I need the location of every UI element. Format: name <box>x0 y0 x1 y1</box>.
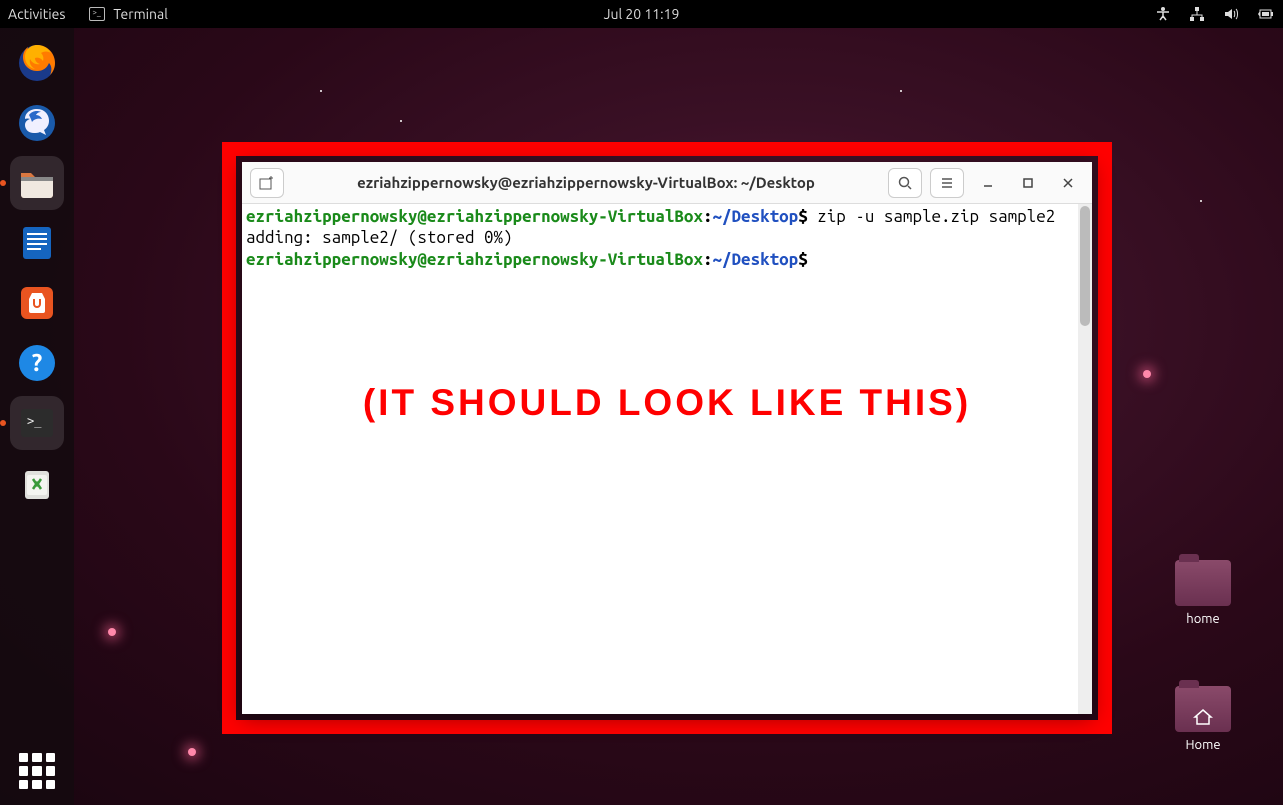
folder-label: Home <box>1163 738 1243 752</box>
menu-button[interactable] <box>930 168 964 198</box>
top-bar: Activities Terminal Jul 20 11:19 <box>0 0 1283 28</box>
network-icon[interactable] <box>1189 6 1205 22</box>
terminal-line: ezriahzippernowsky@ezriahzippernowsky-Vi… <box>246 249 1088 270</box>
terminal-line: ezriahzippernowsky@ezriahzippernowsky-Vi… <box>246 206 1088 227</box>
maximize-button[interactable] <box>1012 168 1044 198</box>
close-button[interactable] <box>1052 168 1084 198</box>
dock-firefox[interactable] <box>10 36 64 90</box>
folder-icon <box>1175 560 1231 606</box>
clock[interactable]: Jul 20 11:19 <box>604 6 680 22</box>
minimize-button[interactable] <box>972 168 1004 198</box>
terminal-window: ezriahzippernowsky@ezriahzippernowsky-Vi… <box>242 162 1092 714</box>
dock-help[interactable]: ? <box>10 336 64 390</box>
new-tab-button[interactable] <box>250 168 284 198</box>
search-button[interactable] <box>888 168 922 198</box>
desktop-folder-home-lower[interactable]: home <box>1163 560 1243 626</box>
dock-software[interactable] <box>10 276 64 330</box>
volume-icon[interactable] <box>1223 6 1239 22</box>
folder-icon <box>1175 686 1231 732</box>
annotation-red-frame: ezriahzippernowsky@ezriahzippernowsky-Vi… <box>222 142 1112 734</box>
dock-terminal[interactable]: >_ <box>10 396 64 450</box>
annotation-text: (IT SHOULD LOOK LIKE THIS) <box>242 380 1092 426</box>
terminal-titlebar[interactable]: ezriahzippernowsky@ezriahzippernowsky-Vi… <box>242 162 1092 204</box>
dock-files[interactable] <box>10 156 64 210</box>
apps-grid-button[interactable] <box>19 753 55 789</box>
active-app-indicator[interactable]: Terminal <box>89 6 168 22</box>
folder-label: home <box>1163 612 1243 626</box>
active-app-name: Terminal <box>113 6 168 22</box>
desktop-folder-home-upper[interactable]: Home <box>1163 686 1243 752</box>
svg-text:?: ? <box>32 349 43 376</box>
terminal-body[interactable]: ezriahzippernowsky@ezriahzippernowsky-Vi… <box>242 204 1092 714</box>
battery-icon[interactable] <box>1257 6 1275 22</box>
terminal-line: adding: sample2/ (stored 0%) <box>246 227 1088 248</box>
dock-thunderbird[interactable] <box>10 96 64 150</box>
svg-text:>_: >_ <box>27 414 42 428</box>
dock-trash[interactable] <box>10 456 64 510</box>
activities-button[interactable]: Activities <box>8 6 65 22</box>
terminal-icon <box>89 7 105 21</box>
dock: ? >_ <box>0 28 74 805</box>
dock-writer[interactable] <box>10 216 64 270</box>
window-title: ezriahzippernowsky@ezriahzippernowsky-Vi… <box>292 174 880 191</box>
scrollbar-thumb[interactable] <box>1080 206 1090 326</box>
accessibility-icon[interactable] <box>1155 6 1171 22</box>
scrollbar[interactable] <box>1078 204 1092 714</box>
